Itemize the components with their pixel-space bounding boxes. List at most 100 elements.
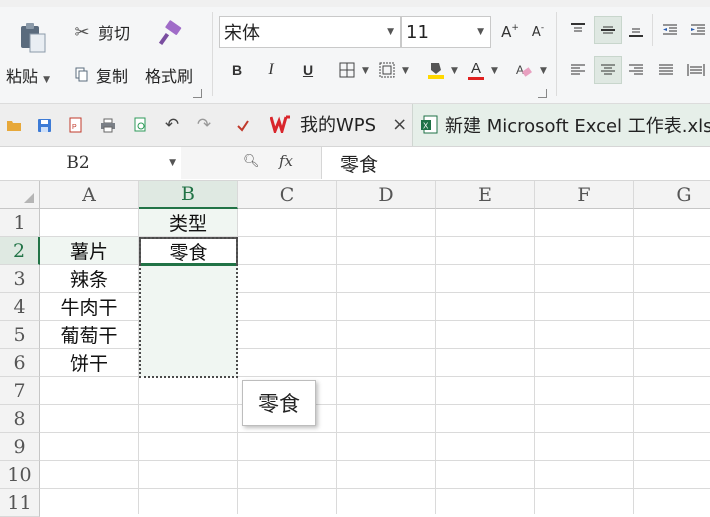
chevron-down-icon[interactable]: ▼ [402, 66, 409, 76]
row-header-label: 10 [7, 463, 32, 486]
paste-button[interactable]: 粘贴 ▼ [6, 63, 50, 87]
row-header-9[interactable]: 9 [0, 433, 40, 461]
align-left-icon [571, 64, 585, 75]
row-header-5[interactable]: 5 [0, 321, 40, 349]
print-icon[interactable] [97, 114, 119, 136]
grow-font-button[interactable]: A + [498, 20, 522, 44]
row-header-10[interactable]: 10 [0, 461, 40, 489]
format-painter-button[interactable]: 格式刷 [145, 63, 193, 87]
select-all-corner[interactable] [0, 181, 40, 209]
bold-button[interactable]: B [225, 58, 249, 82]
tab-my-wps[interactable]: 我的WPS × [262, 104, 412, 144]
zoom-icon[interactable]: 🔍︎ [243, 154, 260, 169]
row-header-3[interactable]: 3 [0, 265, 40, 293]
insert-function-button[interactable]: fx [279, 152, 293, 170]
chevron-down-icon[interactable]: ▼ [451, 66, 458, 76]
column-header-label: B [181, 183, 195, 205]
customize-quick-access-icon[interactable] [232, 114, 254, 136]
row-header-1[interactable]: 1 [0, 209, 40, 237]
increase-indent-icon [691, 24, 705, 35]
cut-button[interactable]: ✂ 剪切 [70, 20, 130, 44]
chevron-down-icon[interactable]: ▼ [169, 158, 176, 168]
tab-my-wps-label: 我的WPS [300, 115, 377, 136]
chevron-down-icon[interactable]: ▼ [540, 66, 547, 76]
formula-input[interactable]: 零食 [322, 147, 710, 179]
cell-a1[interactable] [40, 209, 139, 237]
decrease-indent-icon [663, 24, 677, 35]
print-preview-icon[interactable] [129, 114, 151, 136]
tab-excel-file[interactable]: X 新建 Microsoft Excel 工作表.xlsx [412, 104, 710, 146]
column-header-label: G [676, 183, 692, 206]
undo-icon[interactable]: ↶ [161, 114, 183, 136]
font-size-select[interactable]: 11 ▼ [401, 16, 491, 48]
decrease-indent-button[interactable] [658, 18, 682, 42]
column-header-d[interactable]: D [337, 181, 436, 209]
selection-range-b3-b6[interactable] [139, 265, 238, 377]
font-color-button[interactable]: A [464, 58, 488, 82]
chevron-down-icon[interactable]: ▼ [491, 66, 498, 76]
clear-format-button[interactable]: A [512, 58, 536, 82]
cell-a3[interactable]: 辣条 [40, 265, 139, 293]
merge-cells-button[interactable] [375, 58, 399, 82]
font-name-select[interactable]: 宋体 ▼ [219, 16, 401, 48]
font-dialog-launcher-icon[interactable] [538, 89, 547, 98]
distributed-align-button[interactable] [684, 58, 708, 82]
cell-value: 类型 [168, 213, 207, 235]
italic-button[interactable]: I [259, 58, 283, 82]
column-header-e[interactable]: E [436, 181, 535, 209]
align-middle-button[interactable] [594, 16, 622, 44]
cell-a6[interactable]: 饼干 [40, 349, 139, 377]
open-folder-icon[interactable] [3, 114, 25, 136]
cell-a5[interactable]: 葡萄干 [40, 321, 139, 349]
justify-button[interactable] [654, 58, 678, 82]
export-pdf-icon[interactable]: P [64, 114, 86, 136]
cell-b2-active[interactable]: 零食 [139, 237, 238, 265]
column-header-a[interactable]: A [40, 181, 139, 209]
chevron-down-icon[interactable]: ▼ [477, 27, 484, 37]
fill-color-button[interactable] [424, 58, 448, 82]
close-icon[interactable]: × [392, 114, 407, 135]
svg-text:A: A [516, 63, 524, 77]
chevron-down-icon[interactable]: ▼ [43, 75, 50, 85]
align-right-button[interactable] [624, 58, 648, 82]
underline-button[interactable]: U [296, 58, 320, 82]
column-header-g[interactable]: G [634, 181, 710, 209]
row-header-label: 6 [13, 351, 26, 374]
row-header-2[interactable]: 2 [0, 237, 40, 265]
cell-value: 葡萄干 [60, 325, 118, 347]
align-bottom-button[interactable] [624, 18, 648, 42]
align-center-button[interactable] [594, 56, 622, 84]
chevron-down-icon[interactable]: ▼ [362, 66, 369, 76]
row-header-label: 5 [13, 323, 26, 346]
borders-button[interactable] [335, 58, 359, 82]
clipboard-dialog-launcher-icon[interactable] [193, 89, 202, 98]
cell-a2[interactable]: 薯片 [40, 237, 139, 265]
align-center-icon [601, 64, 615, 75]
column-header-label: A [82, 183, 96, 206]
save-icon[interactable] [33, 114, 55, 136]
copy-button[interactable]: 复制 [72, 63, 128, 87]
chevron-down-icon[interactable]: ▼ [387, 27, 394, 37]
name-box[interactable]: B2 ▼ [0, 147, 182, 179]
cell-a4[interactable]: 牛肉干 [40, 293, 139, 321]
paste-icon[interactable] [18, 22, 48, 54]
cell-b1[interactable]: 类型 [139, 209, 238, 237]
row-header-label: 11 [7, 491, 32, 514]
redo-icon[interactable]: ↷ [193, 114, 215, 136]
column-header-c[interactable]: C [238, 181, 337, 209]
paste-preview-text: 零食 [258, 392, 300, 416]
align-top-button[interactable] [566, 18, 590, 42]
wps-logo-icon [268, 115, 296, 133]
column-header-b[interactable]: B [139, 181, 238, 209]
shrink-font-button[interactable]: A- [526, 20, 550, 44]
row-header-6[interactable]: 6 [0, 349, 40, 377]
increase-indent-button[interactable] [686, 18, 710, 42]
column-header-f[interactable]: F [535, 181, 634, 209]
row-header-4[interactable]: 4 [0, 293, 40, 321]
row-header-7[interactable]: 7 [0, 377, 40, 405]
quick-access-tab-bar: P ↶ ↷ 我的WPS × X 新建 Microsoft Excel 工作表.x… [0, 104, 710, 147]
row-header-8[interactable]: 8 [0, 405, 40, 433]
align-left-button[interactable] [566, 58, 590, 82]
row-header-11[interactable]: 11 [0, 489, 40, 517]
format-painter-icon[interactable] [158, 20, 186, 48]
